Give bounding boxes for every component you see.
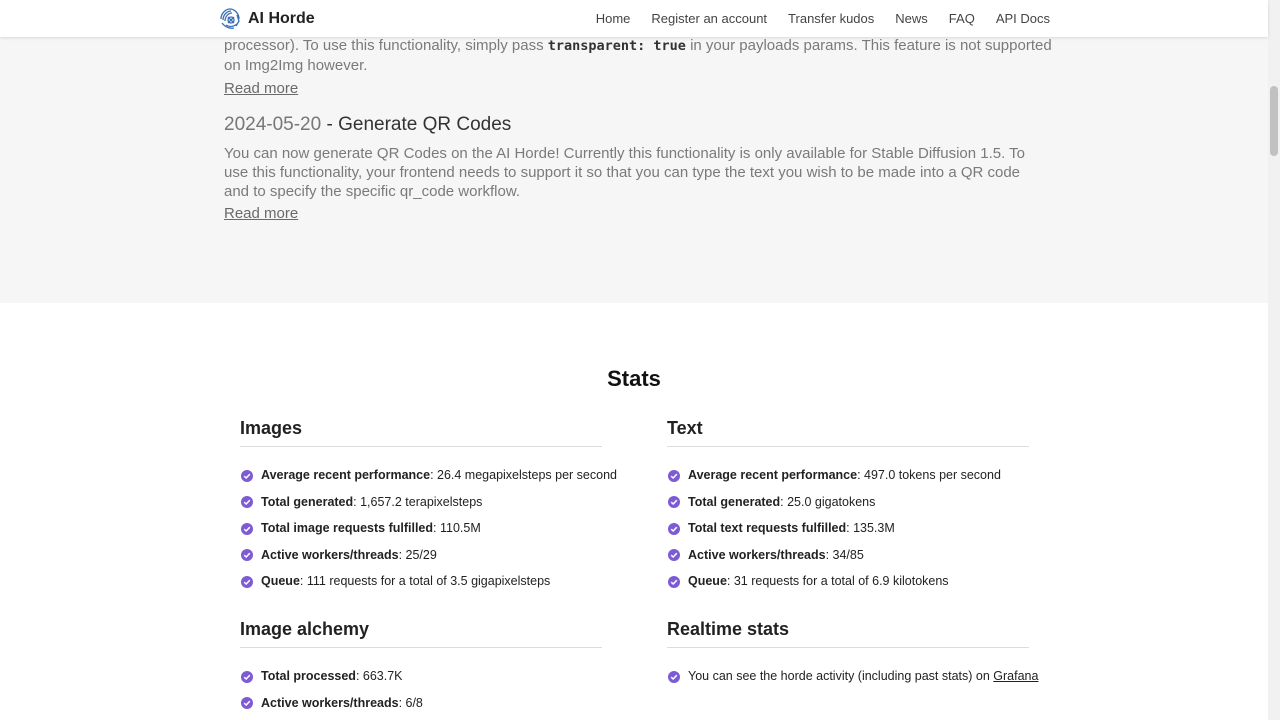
nav-register[interactable]: Register an account: [651, 11, 767, 26]
stat-label: Queue: [261, 574, 300, 589]
news-item-2-heading: Generate QR Codes: [338, 114, 512, 135]
list-item: Total processed: 663.7K: [240, 663, 602, 690]
stat-value: : 25/29: [398, 547, 437, 562]
stat-label: Active workers/threads: [261, 547, 399, 562]
brand[interactable]: AI Horde: [218, 5, 315, 33]
stat-value: : 110.5M: [433, 521, 481, 536]
check-circle-icon: [668, 496, 680, 509]
scrollbar-thumb[interactable]: [1270, 86, 1278, 156]
brand-name: AI Horde: [248, 10, 315, 27]
list-item: Total generated: 25.0 gigatokens: [667, 489, 1029, 516]
nav-faq[interactable]: FAQ: [949, 11, 975, 26]
check-circle-icon: [668, 469, 680, 482]
check-circle-icon: [668, 575, 680, 588]
check-circle-icon: [241, 496, 253, 509]
news-item-2-read-more[interactable]: Read more: [224, 205, 298, 222]
stat-label: Queue: [688, 574, 727, 589]
stat-label: Total image requests fulfilled: [261, 521, 434, 536]
stat-value: : 497.0 tokens per second: [857, 468, 1001, 482]
alchemy-stats-list: Total processed: 663.7K Active workers/t…: [240, 663, 602, 716]
grafana-link[interactable]: Grafana: [993, 669, 1038, 683]
news-item-2-body: You can now generate QR Codes on the AI …: [224, 145, 1026, 200]
stat-label: Total generated: [261, 494, 354, 509]
ai-horde-logo-icon: [218, 7, 242, 31]
stat-value: : 1,657.2 terapixelsteps: [353, 494, 483, 509]
check-circle-icon: [668, 549, 680, 562]
realtime-stats-text: You can see the horde activity (includin…: [688, 669, 990, 683]
list-item: Queue: 111 requests for a total of 3.5 g…: [240, 568, 602, 595]
list-item: Average recent performance: 26.4 megapix…: [240, 462, 617, 489]
nav-home[interactable]: Home: [596, 11, 631, 26]
stat-label: Average recent performance: [261, 468, 431, 482]
alchemy-stats-heading: Image alchemy: [240, 619, 602, 648]
text-stats-card: Text Average recent performance: 497.0 t…: [667, 418, 1029, 595]
realtime-stats-card: Realtime stats You can see the horde act…: [667, 619, 1038, 690]
list-item: Total image requests fulfilled: 110.5M: [240, 515, 602, 542]
nav-news[interactable]: News: [895, 11, 928, 26]
check-circle-icon: [241, 469, 253, 482]
list-item: Average recent performance: 497.0 tokens…: [667, 462, 1029, 489]
check-circle-icon: [668, 522, 680, 535]
stat-label: Active workers/threads: [688, 547, 826, 562]
text-stats-heading: Text: [667, 418, 1029, 447]
stat-value: : 31 requests for a total of 6.9 kilotok…: [726, 574, 949, 589]
main-nav: Home Register an account Transfer kudos …: [575, 0, 1050, 37]
text-stats-list: Average recent performance: 497.0 tokens…: [667, 462, 1029, 595]
page-scrollbar[interactable]: [1268, 0, 1280, 720]
realtime-stats-list: You can see the horde activity (includin…: [667, 663, 1038, 690]
news-item-1-text-start: processor). To use this functionality, s…: [224, 37, 544, 54]
stat-label: Total processed: [261, 669, 356, 683]
news-item-1-body: processor). To use this functionality, s…: [224, 36, 1054, 75]
realtime-stats-heading: Realtime stats: [667, 619, 1029, 648]
top-navbar: AI Horde Home Register an account Transf…: [0, 0, 1268, 37]
list-item: You can see the horde activity (includin…: [667, 663, 1038, 690]
stat-value: : 111 requests for a total of 3.5 gigapi…: [299, 574, 551, 589]
check-circle-icon: [241, 549, 253, 562]
images-stats-card: Images Average recent performance: 26.4 …: [240, 418, 617, 595]
list-item: Queue: 31 requests for a total of 6.9 ki…: [667, 568, 1029, 595]
alchemy-stats-card: Image alchemy Total processed: 663.7K Ac…: [240, 619, 602, 716]
list-item: Total text requests fulfilled: 135.3M: [667, 515, 1029, 542]
check-circle-icon: [241, 575, 253, 588]
images-stats-heading: Images: [240, 418, 602, 447]
news-item-2-date: 2024-05-20: [224, 114, 322, 135]
stat-value: : 135.3M: [846, 521, 895, 536]
stat-label: Average recent performance: [688, 468, 858, 482]
news-item-1-code: transparent: true: [547, 38, 686, 54]
stat-value: : 663.7K: [355, 669, 403, 683]
news-item-1-read-more[interactable]: Read more: [224, 80, 298, 97]
stat-value: : 25.0 gigatokens: [780, 494, 876, 509]
stat-value: : 26.4 megapixelsteps per second: [430, 468, 617, 482]
stat-label: Total text requests fulfilled: [688, 521, 847, 536]
news-item-2-title: 2024-05-20 - Generate QR Codes: [224, 114, 511, 136]
check-circle-icon: [668, 670, 680, 683]
list-item: Active workers/threads: 6/8: [240, 690, 602, 717]
images-stats-list: Average recent performance: 26.4 megapix…: [240, 462, 617, 595]
list-item: Active workers/threads: 25/29: [240, 542, 602, 569]
nav-transfer-kudos[interactable]: Transfer kudos: [788, 11, 874, 26]
list-item: Total generated: 1,657.2 terapixelsteps: [240, 489, 602, 516]
news-section: processor). To use this functionality, s…: [0, 0, 1268, 303]
stat-label: Active workers/threads: [261, 695, 399, 710]
check-circle-icon: [241, 522, 253, 535]
list-item: Active workers/threads: 34/85: [667, 542, 1029, 569]
check-circle-icon: [241, 670, 253, 683]
stat-label: Total generated: [688, 494, 781, 509]
stat-value: : 34/85: [825, 547, 864, 562]
nav-api-docs[interactable]: API Docs: [996, 11, 1050, 26]
check-circle-icon: [241, 697, 253, 710]
news-item-2-separator: -: [321, 114, 339, 135]
stats-title: Stats: [607, 366, 661, 391]
stat-value: : 6/8: [398, 695, 423, 710]
